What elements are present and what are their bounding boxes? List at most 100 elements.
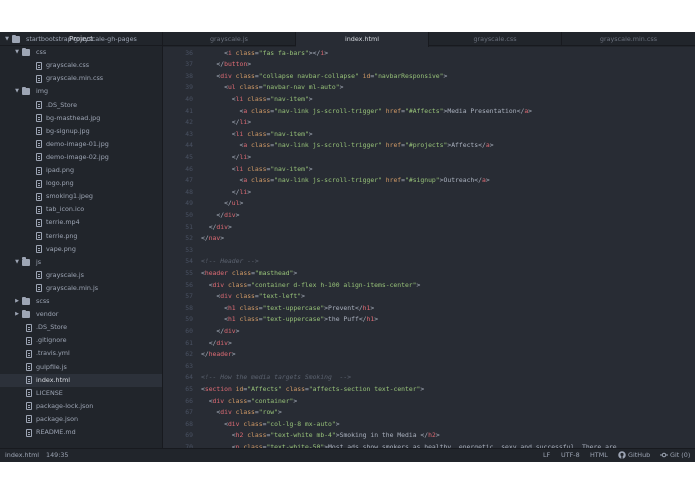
line-number-gutter: 36 37 38 39 40 41 42 43 44 45 46 47 48 49 50 51 52 53 54 55…	[163, 47, 193, 448]
status-line-ending[interactable]: LF	[543, 449, 550, 462]
status-git-button[interactable]: Git (0)	[660, 449, 690, 462]
tree-file-terrie-png[interactable]: terrie.png	[0, 230, 162, 243]
tree-file-tab-icon[interactable]: tab_icon.ico	[0, 203, 162, 216]
code-token: >	[485, 176, 490, 185]
code-line[interactable]: <a class="nav-link js-scroll-trigger" hr…	[201, 175, 490, 187]
line-number: 62	[185, 350, 193, 359]
code-line[interactable]: <h2 class="text-white mb-4">Smoking in t…	[201, 430, 440, 442]
code-line[interactable]: </div>	[201, 326, 239, 338]
code-line[interactable]: <div class="container d-flex h-100 align…	[201, 280, 421, 292]
tab-grayscale-min-css[interactable]: grayscale.min.css	[562, 32, 695, 46]
tree-file-gitignore[interactable]: .gitignore	[0, 334, 162, 347]
code-line[interactable]: </li>	[201, 152, 251, 164]
chevron-right-icon[interactable]: ▶	[14, 295, 20, 308]
code-line[interactable]: </div>	[201, 210, 239, 222]
tree-folder-vendor[interactable]: ▶ vendor	[0, 308, 162, 321]
tree-file-ds-store[interactable]: .DS_Store	[0, 321, 162, 334]
code-line[interactable]: <div class="container">	[201, 396, 298, 408]
tree-file-package-json[interactable]: package.json	[0, 413, 162, 426]
tree-file-logo[interactable]: logo.png	[0, 177, 162, 190]
tree-item-label: logo.png	[46, 179, 74, 188]
tree-file-smoking1[interactable]: smoking1.jpeg	[0, 190, 162, 203]
tree-file-license[interactable]: LICENSE	[0, 387, 162, 400]
code-line[interactable]: <header class="masthead">	[201, 268, 297, 280]
tree-file-vape[interactable]: vape.png	[0, 243, 162, 256]
chevron-down-icon[interactable]: ▼	[14, 256, 20, 269]
tree-file-bg-masthead[interactable]: bg-masthead.jpg	[0, 112, 162, 125]
code-line[interactable]: <div class="row">	[201, 407, 282, 419]
code-line[interactable]: </nav>	[201, 233, 224, 245]
status-git-label: Git (0)	[670, 451, 691, 459]
code-line[interactable]: <!-- Header -->	[201, 256, 259, 268]
status-github-button[interactable]: GitHub	[618, 449, 650, 462]
code-line[interactable]: <div class="collapse navbar-collapse" id…	[201, 71, 447, 83]
line-number: 46	[185, 164, 193, 173]
tree-file-readme[interactable]: README.md	[0, 426, 162, 439]
code-line[interactable]: <div class="text-left">	[201, 291, 305, 303]
code-line[interactable]: <h1 class="text-uppercase">the Puff</h1>	[201, 314, 378, 326]
tree-folder-img[interactable]: ▼ img	[0, 85, 162, 98]
code-token: div	[227, 419, 240, 428]
code-line[interactable]: <a class="nav-link js-scroll-trigger" hr…	[201, 106, 532, 118]
tree-file-index-html[interactable]: index.html	[0, 373, 162, 387]
code-line[interactable]: </li>	[201, 117, 251, 129]
code-line[interactable]: </div>	[201, 338, 232, 350]
code-line[interactable]: <div class="col-lg-8 mx-auto">	[201, 419, 340, 431]
code-line[interactable]: </ul>	[201, 198, 243, 210]
status-encoding[interactable]: UTF-8	[561, 449, 580, 462]
tree-folder-root[interactable]: ▼ startbootstrap-grayscale-gh-pages	[0, 33, 162, 46]
tab-index-html[interactable]: index.html	[296, 32, 429, 47]
code-token: </	[201, 199, 232, 208]
tree-file-travis[interactable]: .travis.yml	[0, 347, 162, 360]
chevron-down-icon[interactable]: ▼	[14, 85, 20, 98]
code-token: Outreach	[443, 176, 475, 185]
code-line[interactable]: </button>	[201, 59, 251, 71]
code-line[interactable]: <section id="Affects" class="affects-sec…	[201, 384, 424, 396]
code-line[interactable]: <i class="fas fa-bars"></i>	[201, 48, 328, 60]
tree-file-grayscale-min-js[interactable]: grayscale.min.js	[0, 282, 162, 295]
code-token: </	[201, 118, 240, 127]
tree-folder-js[interactable]: ▼ js	[0, 256, 162, 269]
code-token: class	[251, 176, 271, 185]
tree-file-grayscale-min-css[interactable]: grayscale.min.css	[0, 72, 162, 85]
code-area[interactable]: <i class="fas fa-bars"></i> </button> <d…	[201, 47, 695, 449]
code-line[interactable]: <li class="nav-item">	[201, 94, 313, 106]
tree-file-package-lock[interactable]: package-lock.json	[0, 400, 162, 413]
code-editor[interactable]: 36 37 38 39 40 41 42 43 44 45 46 47 48 49 50 51 52 53 54 55…	[163, 47, 695, 448]
code-line[interactable]: <h1 class="text-uppercase">Prevent</h1>	[201, 303, 374, 315]
tree-item-label: smoking1.jpeg	[46, 192, 93, 201]
tree-item-label: grayscale.min.js	[46, 283, 99, 292]
tree-file-demo-image-01[interactable]: demo-image-01.jpg	[0, 138, 162, 151]
code-line[interactable]: <a class="nav-link js-scroll-trigger" hr…	[201, 140, 493, 152]
tree-folder-css[interactable]: ▼ css	[0, 46, 162, 59]
status-cursor-position[interactable]: 149:35	[46, 449, 68, 462]
line-number: 44	[185, 141, 193, 150]
chevron-down-icon[interactable]: ▼	[4, 33, 10, 46]
tree-file-img-ds-store[interactable]: .DS_Store	[0, 99, 162, 112]
code-line[interactable]: </header>	[201, 349, 236, 361]
tree-file-terrie-mp4[interactable]: terrie.mp4	[0, 216, 162, 229]
tree-file-demo-image-02[interactable]: demo-image-02.jpg	[0, 151, 162, 164]
tree-file-bg-signup[interactable]: bg-signup.jpg	[0, 125, 162, 138]
file-icon	[36, 101, 42, 109]
code-line[interactable]: <li class="nav-item">	[201, 129, 313, 141]
code-token: "fas fa-bars"	[258, 48, 309, 57]
chevron-down-icon[interactable]: ▼	[14, 46, 20, 59]
status-file-name[interactable]: index.html	[5, 449, 39, 462]
file-icon	[36, 284, 42, 293]
chevron-right-icon[interactable]: ▶	[14, 308, 20, 321]
tree-file-gulpfile[interactable]: gulpfile.js	[0, 361, 162, 374]
code-line[interactable]: <!-- How the media targets Smoking -->	[201, 372, 351, 384]
tree-file-grayscale-js[interactable]: grayscale.js	[0, 269, 162, 282]
code-line[interactable]: </li>	[201, 187, 251, 199]
tab-grayscale-css[interactable]: grayscale.css	[429, 32, 562, 46]
tree-file-grayscale-css[interactable]: grayscale.css	[0, 59, 162, 72]
tree-file-ipad[interactable]: ipad.png	[0, 164, 162, 177]
tree-folder-scss[interactable]: ▶ scss	[0, 295, 162, 308]
line-number: 59	[185, 315, 193, 324]
code-line[interactable]: </div>	[201, 222, 232, 234]
code-line[interactable]: <li class="nav-item">	[201, 164, 313, 176]
tab-grayscale-js[interactable]: grayscale.js	[163, 32, 296, 46]
status-grammar[interactable]: HTML	[590, 449, 608, 462]
code-line[interactable]: <ul class="navbar-nav ml-auto">	[201, 82, 343, 94]
